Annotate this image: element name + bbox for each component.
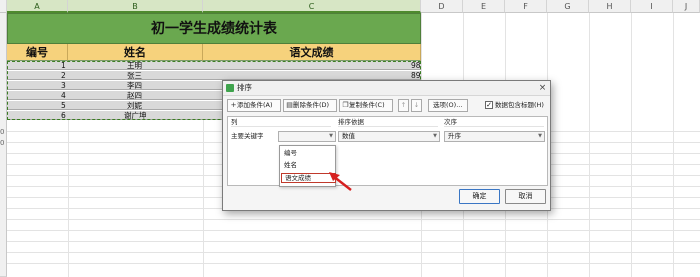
gridline: [673, 13, 674, 277]
column-header-a[interactable]: A: [7, 0, 68, 13]
header-id[interactable]: 编号: [7, 44, 68, 61]
options-button[interactable]: 选项(O)...: [428, 99, 468, 112]
cell-name: 李四: [127, 81, 142, 90]
copy-condition-label: 复制条件(C): [349, 101, 385, 109]
plus-icon: +: [230, 101, 237, 109]
table-row[interactable]: 1 王明 98: [7, 61, 421, 70]
cell-score: 89: [411, 71, 421, 80]
cell-name: 王明: [127, 61, 142, 70]
column-header-i[interactable]: I: [631, 0, 673, 13]
add-condition-button[interactable]: +添加条件(A): [227, 99, 281, 112]
dropdown-option-id[interactable]: 编号: [281, 148, 336, 158]
delete-icon: ▤: [286, 101, 293, 109]
gridline: [7, 263, 700, 264]
sort-on-value: 数值: [342, 132, 355, 140]
gridline: [631, 13, 632, 277]
column-header-d[interactable]: D: [421, 0, 463, 13]
app-logo-icon: [226, 84, 234, 92]
row-number-fragment: 0: [0, 128, 5, 136]
cell-name: 赵四: [127, 91, 142, 100]
cell-id: 4: [61, 91, 66, 100]
header-checkbox-label: 数据包含标题(H): [495, 101, 544, 109]
header-checkbox[interactable]: ✓: [485, 101, 493, 109]
dropdown-option-name[interactable]: 姓名: [281, 160, 336, 170]
sort-conditions-grid: 列 排序依据 次序 主要关键字 ▼ 数值 ▼ 升序 ▼ 编号 姓名 语文成绩: [227, 116, 548, 187]
primary-key-label: 主要关键字: [231, 132, 264, 140]
gridline: [203, 120, 204, 277]
dialog-titlebar[interactable]: 排序 ×: [223, 81, 550, 96]
column-header-j[interactable]: J: [673, 0, 700, 13]
gridline: [7, 252, 700, 253]
cell-score: 98: [411, 61, 421, 70]
copy-condition-button[interactable]: ❐复制条件(C): [339, 99, 393, 112]
close-icon[interactable]: ×: [537, 83, 548, 93]
dialog-title: 排序: [237, 83, 252, 92]
cell-name: 谢广坤: [124, 111, 147, 120]
cell-name: 张三: [127, 71, 142, 80]
grid-header-column: 列: [231, 117, 331, 127]
dialog-toolbar: +添加条件(A) ▤删除条件(D) ❐复制条件(C) ↑ ↓ 选项(O)... …: [227, 99, 546, 112]
column-header-c[interactable]: C: [203, 0, 421, 13]
column-header-g[interactable]: G: [547, 0, 589, 13]
grid-header-sort-on: 排序依据: [338, 117, 438, 127]
column-header-h[interactable]: H: [589, 0, 631, 13]
cell-id: 6: [61, 111, 66, 120]
chevron-down-icon: ▼: [329, 133, 333, 139]
table-row[interactable]: 2 张三 89: [7, 71, 421, 80]
copy-icon: ❐: [342, 101, 349, 109]
order-select[interactable]: 升序 ▼: [444, 131, 545, 142]
cell-id: 2: [61, 71, 66, 80]
cell-id: 1: [61, 61, 66, 70]
column-header-b[interactable]: B: [68, 0, 203, 13]
row-number-fragment: 0: [0, 139, 5, 147]
chevron-down-icon: ▼: [538, 133, 542, 139]
order-value: 升序: [448, 132, 461, 140]
cancel-button[interactable]: 取消: [505, 189, 546, 204]
header-name[interactable]: 姓名: [68, 44, 203, 61]
sort-on-select[interactable]: 数值 ▼: [338, 131, 440, 142]
add-condition-label: 添加条件(A): [237, 101, 273, 109]
cell-id: 5: [61, 101, 66, 110]
sort-dialog: 排序 × +添加条件(A) ▤删除条件(D) ❐复制条件(C) ↑ ↓ 选项(O…: [222, 80, 551, 211]
sheet-title[interactable]: 初一学生成绩统计表: [7, 13, 421, 44]
gridline: [589, 13, 590, 277]
gridline: [68, 120, 69, 277]
cell-id: 3: [61, 81, 66, 90]
move-up-button[interactable]: ↑: [398, 99, 409, 112]
header-chinese-score[interactable]: 语文成绩: [203, 44, 421, 61]
confirm-button[interactable]: 确定: [459, 189, 500, 204]
grid-header-order: 次序: [444, 117, 544, 127]
row-col-corner[interactable]: [0, 0, 7, 13]
column-header-e[interactable]: E: [463, 0, 505, 13]
key-column-select[interactable]: ▼: [278, 131, 336, 142]
chevron-down-icon: ▼: [433, 133, 437, 139]
gridline: [7, 241, 700, 242]
annotation-arrow-icon: [329, 172, 352, 191]
gridline: [7, 230, 700, 231]
delete-condition-button[interactable]: ▤删除条件(D): [283, 99, 337, 112]
move-down-button[interactable]: ↓: [411, 99, 422, 112]
gridline: [7, 219, 700, 220]
column-header-f[interactable]: F: [505, 0, 547, 13]
cell-name: 刘妮: [127, 101, 142, 110]
delete-condition-label: 删除条件(D): [293, 101, 330, 109]
